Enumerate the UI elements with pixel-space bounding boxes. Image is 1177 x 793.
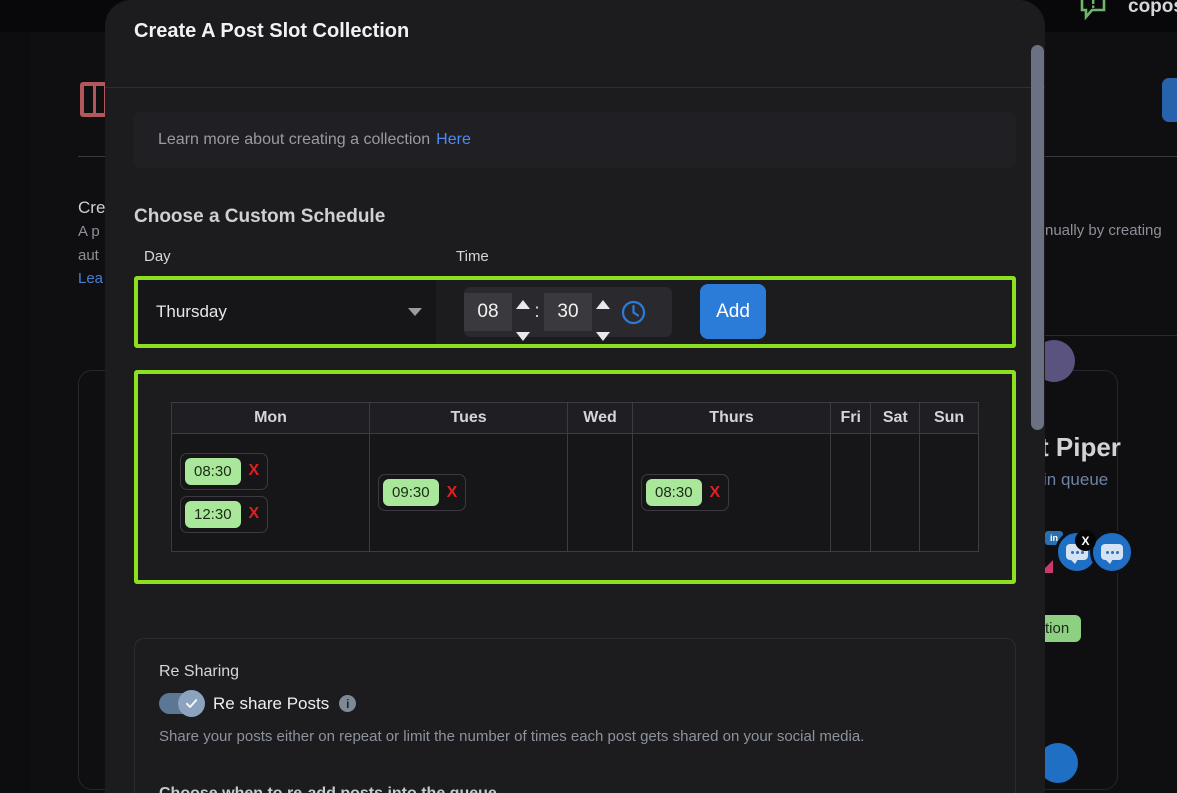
slot-time: 09:30 (383, 479, 439, 506)
slot-remove-button[interactable]: X (249, 505, 260, 523)
slot-item: 09:30 X (378, 474, 467, 511)
feedback-bubble-icon[interactable] (1078, 0, 1108, 20)
table-cell-tues: 09:30 X (369, 433, 569, 552)
table-cell-sat (870, 433, 921, 552)
table-header-sun: Sun (919, 402, 979, 434)
slot-item: 12:30 X (180, 495, 269, 533)
day-select-value: Thursday (156, 302, 227, 321)
hour-value[interactable]: 08 (464, 293, 512, 331)
re-share-posts-toggle[interactable] (159, 690, 205, 717)
schedule-table-highlight: Mon Tues Wed Thurs Fri Sat Sun 08:30 X 12:… (134, 370, 1016, 584)
slot-time: 08:30 (185, 457, 241, 485)
minute-decrement-icon[interactable] (596, 332, 610, 341)
table-header-wed: Wed (567, 402, 633, 434)
slot-remove-button[interactable]: X (447, 484, 458, 502)
background-right-line: nually by creating (1045, 222, 1162, 239)
table-header-sat: Sat (870, 402, 921, 434)
minute-stepper[interactable]: 30 (544, 287, 610, 341)
table-header-tues: Tues (369, 402, 569, 434)
table-cell-thurs: 08:30 X (631, 433, 832, 552)
schedule-controls-highlight: Thursday 08 : 30 Add (134, 276, 1016, 348)
table-header-thurs: Thurs (631, 402, 832, 434)
queue-status: in queue (1043, 470, 1109, 489)
chevron-down-icon (408, 308, 422, 316)
chat-bubble-icon (1101, 544, 1123, 564)
re-sharing-description: Share your posts either on repeat or lim… (159, 728, 865, 745)
section-title-custom-schedule: Choose a Custom Schedule (134, 206, 386, 227)
minute-increment-icon[interactable] (596, 300, 610, 309)
schedule-table: Mon Tues Wed Thurs Fri Sat Sun 08:30 X 12:… (170, 402, 979, 552)
profile-name: t Piper (1040, 432, 1121, 462)
background-line-1: A p (78, 223, 100, 240)
re-sharing-title: Re Sharing (159, 663, 240, 680)
time-picker: 08 : 30 (464, 287, 672, 341)
info-icon[interactable]: i (339, 695, 357, 712)
slot-remove-button[interactable]: X (249, 462, 260, 480)
day-label: Day (144, 248, 171, 265)
check-icon (186, 699, 198, 708)
background-primary-button[interactable] (1162, 78, 1177, 122)
background-line-2: aut (78, 247, 99, 264)
re-add-subheading: Choose when to re-add posts into the que… (159, 785, 991, 793)
modal-header: Create A Post Slot Collection (105, 0, 1045, 88)
learn-more-text: Learn more about creating a collection (158, 131, 431, 148)
background-link[interactable]: Lea (78, 270, 103, 287)
pause-icon (80, 82, 108, 117)
background-heading: Cre (78, 198, 106, 217)
table-row: 08:30 X 12:30 X 09:30 X 08:30 X (170, 433, 979, 552)
table-cell-mon: 08:30 X 12:30 X (170, 433, 371, 552)
re-share-posts-label: Re share Posts (213, 693, 330, 713)
toggle-knob (178, 690, 205, 717)
add-button[interactable]: Add (700, 284, 766, 339)
minute-value[interactable]: 30 (544, 293, 592, 331)
learn-more-link[interactable]: Here (436, 131, 471, 149)
brand-name: copos (1128, 0, 1177, 17)
slot-time: 08:30 (646, 479, 702, 506)
modal-scrollbar[interactable] (1031, 45, 1044, 430)
day-select[interactable]: Thursday (138, 280, 436, 344)
learn-more-banner: Learn more about creating a collection H… (134, 112, 1016, 168)
slot-item: 08:30 X (180, 452, 269, 490)
clock-icon[interactable] (620, 299, 647, 326)
hour-increment-icon[interactable] (516, 300, 530, 309)
table-cell-sun (919, 433, 979, 552)
table-header-mon: Mon (170, 402, 371, 434)
modal-title: Create A Post Slot Collection (134, 20, 410, 42)
slot-stack: 08:30 X (641, 471, 822, 514)
slot-item: 08:30 X (641, 474, 730, 511)
time-label: Time (456, 248, 489, 265)
re-share-posts-row: Re share Posts i (159, 690, 991, 717)
slot-stack: 09:30 X (378, 471, 559, 514)
hour-stepper[interactable]: 08 (464, 287, 530, 341)
slot-time: 12:30 (185, 500, 241, 528)
re-sharing-card: Re Sharing Re share Posts i Share your p… (134, 638, 1016, 793)
slot-remove-button[interactable]: X (710, 484, 721, 502)
table-cell-fri (830, 433, 872, 552)
field-labels: Day Time (134, 248, 1016, 272)
table-header-row: Mon Tues Wed Thurs Fri Sat Sun (170, 402, 979, 434)
slot-stack: 08:30 X 12:30 X (180, 450, 361, 536)
modal-body: Learn more about creating a collection H… (105, 112, 1045, 793)
time-separator: : (534, 301, 540, 322)
create-post-slot-collection-modal: Create A Post Slot Collection Learn more… (105, 0, 1045, 793)
hour-decrement-icon[interactable] (516, 332, 530, 341)
table-cell-wed (567, 433, 633, 552)
social-icon-messenger-2[interactable] (1090, 530, 1134, 574)
x-twitter-icon[interactable]: X (1075, 530, 1096, 551)
table-header-fri: Fri (830, 402, 872, 434)
screen: (?) copos Cre A p aut Lea nually by crea… (0, 0, 1177, 793)
